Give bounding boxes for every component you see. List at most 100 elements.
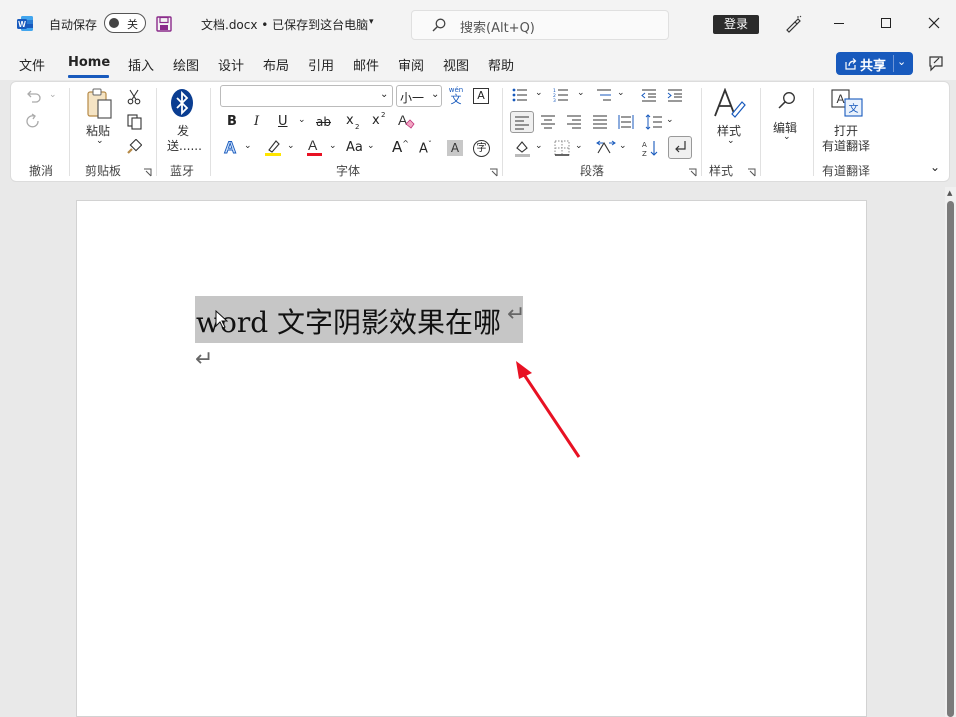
superscript-button[interactable]: x [372, 113, 380, 128]
align-right-icon[interactable] [566, 115, 582, 129]
styles-launcher-icon[interactable] [747, 168, 756, 177]
align-center-icon[interactable] [540, 115, 556, 129]
bullets-icon[interactable] [512, 88, 528, 102]
borders-dropdown-icon[interactable]: ⌄ [575, 141, 583, 151]
word-logo-icon: W [17, 15, 34, 32]
change-case-button[interactable]: Aa [346, 140, 363, 155]
scrollbar-thumb[interactable] [947, 201, 954, 717]
bluetooth-icon[interactable] [170, 88, 194, 118]
ribbon-collapse-icon[interactable]: ⌄ [930, 160, 940, 174]
styles-dropdown-icon[interactable]: ⌄ [727, 136, 735, 146]
scroll-up-icon[interactable]: ▲ [947, 189, 952, 197]
find-icon[interactable] [778, 91, 796, 109]
character-shading-icon[interactable]: A [447, 140, 463, 156]
text-effects-dropdown-icon[interactable]: ⌄ [244, 141, 252, 151]
underline-dropdown-icon[interactable]: ⌄ [298, 115, 306, 125]
underline-button[interactable]: U [278, 114, 288, 129]
line-spacing-dropdown-icon[interactable]: ⌄ [666, 115, 674, 125]
copy-icon[interactable] [127, 114, 142, 130]
highlight-dropdown-icon[interactable]: ⌄ [287, 141, 295, 151]
align-left-button[interactable] [510, 111, 534, 133]
tab-help[interactable]: 帮助 [488, 55, 514, 74]
shrink-font-icon[interactable]: Aˇ [419, 140, 432, 156]
svg-text:A: A [308, 137, 318, 153]
tab-mailings[interactable]: 邮件 [353, 55, 379, 74]
numbering-icon[interactable]: 123 [553, 88, 569, 102]
multilevel-list-icon[interactable] [596, 88, 612, 102]
tab-design[interactable]: 设计 [218, 55, 244, 74]
chinese-layout-icon[interactable] [596, 139, 616, 157]
youdao-label[interactable]: 有道翻译 [822, 137, 870, 154]
change-case-dropdown-icon[interactable]: ⌄ [367, 141, 375, 151]
minimize-icon[interactable] [834, 23, 844, 24]
tab-draw[interactable]: 绘图 [173, 55, 199, 74]
bold-button[interactable]: B [227, 114, 237, 129]
edit-dropdown-icon[interactable]: ⌄ [783, 132, 791, 142]
decrease-indent-icon[interactable] [641, 89, 657, 102]
multilevel-dropdown-icon[interactable]: ⌄ [617, 88, 625, 98]
font-name-select[interactable]: ⌄ [220, 85, 393, 107]
distributed-icon[interactable] [618, 114, 634, 130]
tab-review[interactable]: 审阅 [398, 55, 424, 74]
designer-icon[interactable] [784, 15, 802, 33]
italic-button[interactable]: I [254, 114, 259, 129]
phonetic-guide-button[interactable]: wén 文 [447, 86, 465, 108]
font-size-select[interactable]: 小一 ⌄ [396, 85, 442, 107]
title-dropdown-icon[interactable]: ▾ [369, 17, 374, 27]
share-chevron-icon[interactable]: ⌄ [897, 55, 906, 68]
ribbon-panel: ⌄ 撤消 粘贴 ⌄ 剪贴板 发 送...... 蓝牙 ⌄ 小一 ⌄ wén 文 … [10, 81, 950, 182]
highlight-color-icon[interactable] [264, 138, 282, 157]
subscript-button[interactable]: x [346, 113, 354, 128]
paste-dropdown-icon[interactable]: ⌄ [96, 136, 104, 146]
comments-icon[interactable] [927, 55, 945, 72]
undo-dropdown-icon[interactable]: ⌄ [49, 90, 57, 100]
save-icon[interactable] [156, 16, 172, 32]
sort-icon[interactable]: AZ [641, 139, 659, 157]
search-box[interactable]: 搜索(Alt+Q) [411, 10, 669, 40]
format-painter-icon[interactable] [126, 139, 142, 155]
styles-gallery-icon[interactable] [712, 88, 746, 120]
close-icon[interactable] [928, 17, 940, 29]
shading-icon[interactable] [514, 139, 531, 157]
document-line-1[interactable]: word 文字阴影效果在哪 [196, 301, 501, 341]
cut-icon[interactable] [127, 89, 141, 105]
chinese-layout-dropdown-icon[interactable]: ⌄ [619, 141, 627, 151]
tab-file[interactable]: 文件 [19, 55, 45, 74]
strikethrough-button[interactable]: ab [316, 115, 331, 129]
font-launcher-icon[interactable] [489, 168, 498, 177]
paste-icon[interactable] [85, 88, 113, 120]
borders-icon[interactable] [554, 140, 570, 156]
font-color-dropdown-icon[interactable]: ⌄ [329, 141, 337, 151]
clear-formatting-icon[interactable]: A [397, 112, 415, 130]
document-page[interactable]: word 文字阴影效果在哪 ↵ ↵ [76, 200, 867, 717]
send-label-line2[interactable]: 送...... [167, 137, 202, 154]
text-effects-icon[interactable]: A [223, 138, 241, 156]
character-border-icon[interactable]: A [473, 88, 489, 104]
show-formatting-marks-button[interactable] [668, 136, 692, 159]
document-title[interactable]: 文档.docx • 已保存到这台电脑 [201, 16, 368, 33]
tab-layout[interactable]: 布局 [263, 55, 289, 74]
increase-indent-icon[interactable] [667, 89, 683, 102]
tab-home[interactable]: Home [68, 55, 110, 70]
paragraph-launcher-icon[interactable] [688, 168, 697, 177]
share-button[interactable]: 共享 ⌄ [836, 52, 913, 75]
numbering-dropdown-icon[interactable]: ⌄ [577, 88, 585, 98]
vertical-scrollbar[interactable]: ▲ [945, 187, 956, 717]
autosave-toggle[interactable]: 关 [104, 13, 146, 33]
shading-dropdown-icon[interactable]: ⌄ [535, 141, 543, 151]
justify-icon[interactable] [592, 115, 608, 129]
login-button[interactable]: 登录 [713, 15, 759, 34]
bullets-dropdown-icon[interactable]: ⌄ [535, 88, 543, 98]
line-spacing-icon[interactable] [645, 114, 663, 130]
tab-view[interactable]: 视图 [443, 55, 469, 74]
maximize-icon[interactable] [881, 18, 891, 28]
youdao-translate-icon[interactable]: A 文 [831, 89, 863, 117]
redo-icon[interactable] [25, 113, 41, 129]
enclose-characters-icon[interactable]: 字 [473, 140, 490, 157]
tab-insert[interactable]: 插入 [128, 55, 154, 74]
clipboard-launcher-icon[interactable] [143, 168, 152, 177]
grow-font-icon[interactable]: A^ [392, 138, 409, 156]
tab-references[interactable]: 引用 [308, 55, 334, 74]
font-color-icon[interactable]: A [306, 137, 323, 157]
undo-icon[interactable] [25, 89, 41, 103]
